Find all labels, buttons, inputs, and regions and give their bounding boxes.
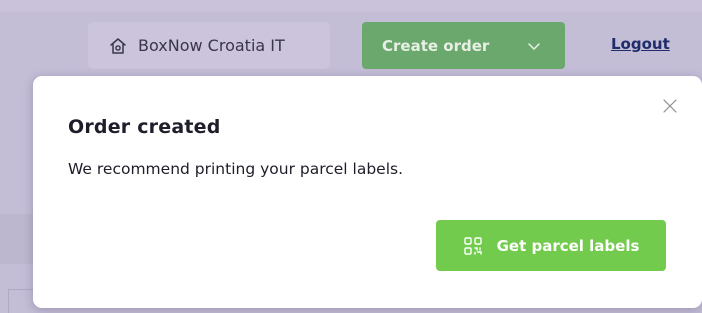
account-selector[interactable]: BoxNow Croatia IT — [88, 22, 330, 69]
divider — [8, 289, 9, 313]
get-parcel-labels-button[interactable]: Get parcel labels — [436, 220, 666, 271]
account-label: BoxNow Croatia IT — [138, 36, 285, 55]
dialog-title: Order created — [68, 116, 221, 138]
background-band — [0, 0, 702, 12]
home-icon — [108, 36, 128, 56]
qr-code-icon — [463, 236, 483, 256]
order-created-dialog: Order created We recommend printing your… — [33, 76, 702, 308]
logout-link[interactable]: Logout — [611, 35, 670, 53]
create-order-button[interactable]: Create order — [362, 22, 565, 69]
dialog-message: We recommend printing your parcel labels… — [68, 160, 404, 178]
close-icon[interactable] — [662, 98, 678, 114]
get-parcel-labels-label: Get parcel labels — [496, 236, 640, 255]
chevron-down-icon[interactable] — [527, 39, 541, 53]
create-order-label: Create order — [382, 36, 490, 55]
